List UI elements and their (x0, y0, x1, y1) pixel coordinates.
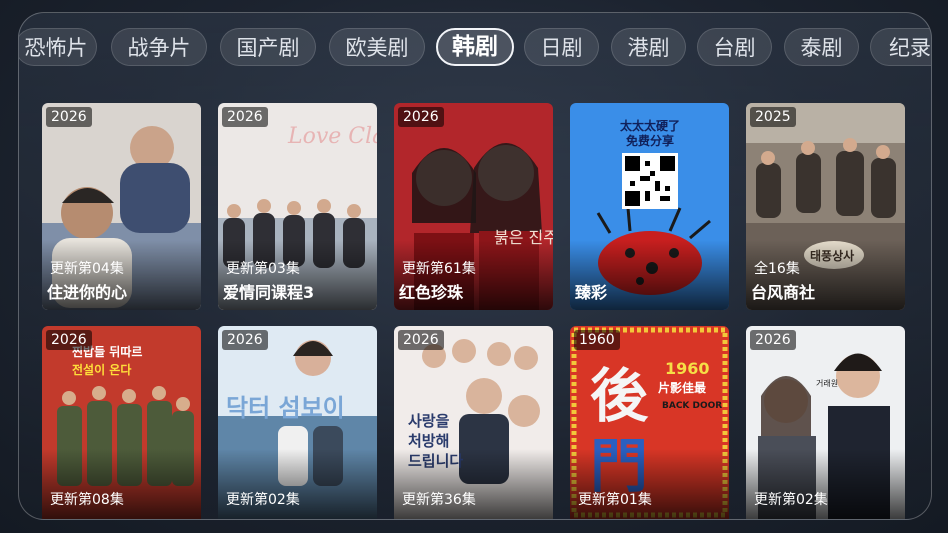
content-panel: 恐怖片 战争片 国产剧 欧美剧 韩剧 日剧 港剧 台剧 泰剧 纪录 2026 更… (18, 12, 932, 520)
year-badge: 2026 (46, 330, 92, 350)
year-badge: 2026 (222, 330, 268, 350)
video-card-8[interactable]: 사랑을 처방해 드립니다 2026 更新第36集 (394, 326, 553, 519)
svg-text:사랑을: 사랑을 (408, 412, 450, 430)
svg-text:1960: 1960 (665, 359, 710, 378)
year-badge: 1960 (574, 330, 620, 350)
svg-text:BACK DOOR: BACK DOOR (662, 401, 722, 411)
qr-code (622, 153, 678, 209)
tab-war[interactable]: 战争片 (111, 28, 207, 66)
video-title: 台风商社 (751, 283, 816, 302)
tab-western-drama[interactable]: 欧美剧 (329, 28, 425, 66)
episode-status: 更新第36集 (402, 492, 476, 508)
svg-text:거래원: 거래원 (816, 379, 838, 388)
episode-status: 更新第04集 (50, 261, 124, 277)
category-tabs: 恐怖片 战争片 国产剧 欧美剧 韩剧 日剧 港剧 台剧 泰剧 纪录 (19, 28, 931, 68)
episode-status: 全16集 (754, 261, 800, 277)
tab-horror[interactable]: 恐怖片 (19, 28, 97, 66)
svg-text:太太太硬了: 太太太硬了 (620, 118, 680, 133)
video-card-2[interactable]: Love Class 2026 更新第03集 爱情同课程3 (218, 103, 377, 310)
svg-text:後: 後 (590, 362, 649, 430)
svg-text:免费分享: 免费分享 (626, 133, 674, 148)
svg-text:Love Class: Love Class (287, 124, 377, 149)
svg-text:片影佳最: 片影佳最 (658, 380, 707, 395)
video-card-1[interactable]: 2026 更新第04集 住进你的心 (42, 103, 201, 310)
video-title: 爱情同课程3 (223, 283, 315, 302)
episode-status: 更新第03集 (226, 261, 300, 277)
video-title: 红色珍珠 (399, 283, 464, 302)
video-card-7[interactable]: 닥터 섬보이 2026 更新第02集 (218, 326, 377, 519)
tab-documentary[interactable]: 纪录 (870, 28, 931, 66)
video-card-5[interactable]: 태풍상사 2025 全16集 台风商社 (746, 103, 905, 310)
tab-chinese-drama[interactable]: 国产剧 (220, 28, 316, 66)
year-badge: 2026 (398, 330, 444, 350)
tab-taiwan-drama[interactable]: 台剧 (697, 28, 772, 66)
tab-japanese-drama[interactable]: 日剧 (524, 28, 599, 66)
tab-hk-drama[interactable]: 港剧 (611, 28, 686, 66)
video-card-4[interactable]: 太太太硬了 免费分享 臻彩 (570, 103, 729, 310)
video-card-10[interactable]: 거래원 2026 更新第02集 (746, 326, 905, 519)
year-badge: 2026 (46, 107, 92, 127)
tab-korean-drama[interactable]: 韩剧 (436, 28, 514, 66)
episode-status: 更新第08集 (50, 492, 124, 508)
year-badge: 2026 (398, 107, 444, 127)
tab-thai-drama[interactable]: 泰剧 (784, 28, 859, 66)
video-title: 住进你的心 (47, 283, 128, 302)
year-badge: 2025 (750, 107, 796, 127)
episode-status: 更新第61集 (402, 261, 476, 277)
year-badge: 2026 (750, 330, 796, 350)
svg-text:전설이 온다: 전설이 온다 (72, 362, 131, 377)
video-title: 臻彩 (575, 283, 608, 302)
svg-text:처방해: 처방해 (408, 432, 449, 450)
episode-status: 更新第02集 (226, 492, 300, 508)
video-card-6[interactable]: 찐밥들 뒤따르 전설이 온다 2026 更新第08集 (42, 326, 201, 519)
year-badge: 2026 (222, 107, 268, 127)
svg-text:닥터 섬보이: 닥터 섬보이 (226, 394, 345, 422)
video-card-3[interactable]: 붉은 진주 2026 更新第61集 红色珍珠 (394, 103, 553, 310)
episode-status: 更新第01集 (578, 492, 652, 508)
episode-status: 更新第02集 (754, 492, 828, 508)
video-card-9[interactable]: 後 門 1960 片影佳最 BACK DOOR 1960 更新第01集 (570, 326, 729, 519)
